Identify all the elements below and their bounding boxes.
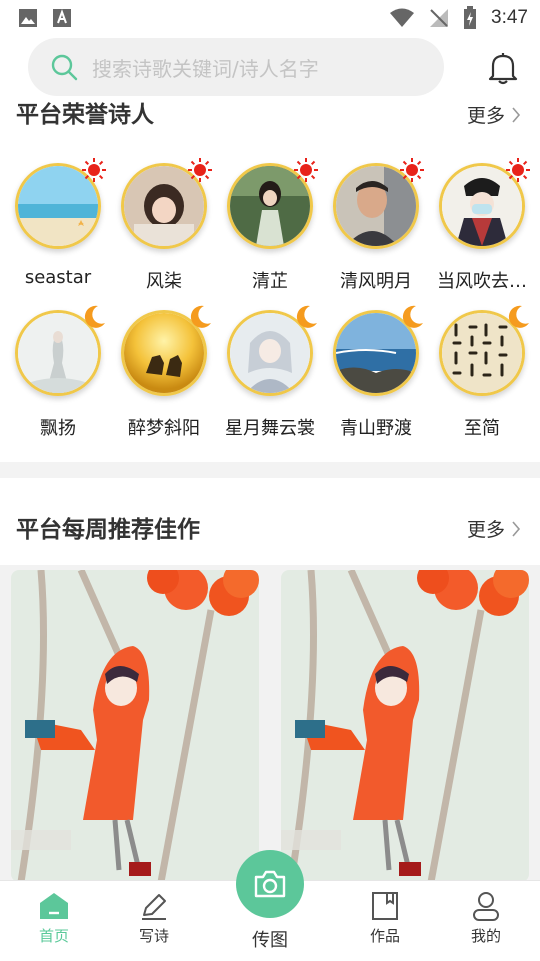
search-icon bbox=[51, 54, 78, 81]
work-card[interactable] bbox=[11, 570, 259, 882]
more-label: 更多 bbox=[467, 105, 506, 127]
more-label: 更多 bbox=[467, 519, 506, 541]
upload-photo-button[interactable] bbox=[236, 850, 304, 918]
tab-mine[interactable]: 我的 bbox=[446, 891, 526, 946]
moon-badge-icon bbox=[296, 305, 317, 328]
sun-badge-icon bbox=[82, 158, 106, 182]
poet-item[interactable]: 至简 bbox=[429, 305, 535, 440]
poet-item[interactable]: 飘扬 bbox=[5, 305, 111, 440]
wifi-icon bbox=[390, 8, 415, 27]
no-signal-icon bbox=[430, 9, 449, 27]
poet-item[interactable]: 醉梦斜阳 bbox=[111, 305, 217, 440]
clock: 3:47 bbox=[491, 7, 528, 28]
poet-item[interactable]: seastar bbox=[5, 158, 111, 288]
tab-works[interactable]: 作品 bbox=[345, 891, 425, 946]
poet-item[interactable]: 清风明月 bbox=[323, 158, 429, 293]
poet-name: 青山野渡 bbox=[340, 418, 412, 439]
sun-badge-icon bbox=[506, 158, 530, 182]
poet-item[interactable]: 清芷 bbox=[217, 158, 323, 293]
poet-item[interactable]: 风柒 bbox=[111, 158, 217, 293]
poet-name: 清芷 bbox=[252, 271, 288, 292]
sun-badge-icon bbox=[188, 158, 212, 182]
work-image bbox=[281, 570, 529, 882]
poet-name: 当风吹去… bbox=[437, 271, 527, 292]
poet-item[interactable]: 当风吹去… bbox=[429, 158, 535, 293]
tab-label: 首页 bbox=[38, 927, 69, 945]
poet-name: 清风明月 bbox=[340, 271, 412, 292]
tab-post-label[interactable]: 传图 bbox=[240, 926, 300, 952]
pencil-icon bbox=[142, 894, 166, 920]
tab-label: 我的 bbox=[470, 927, 501, 945]
poet-name: 风柒 bbox=[146, 271, 182, 292]
text-notification-icon bbox=[53, 9, 71, 27]
home-icon bbox=[40, 893, 68, 919]
gallery-notification-icon bbox=[19, 9, 37, 27]
tab-label: 作品 bbox=[369, 927, 400, 945]
search-bar[interactable]: 搜索诗歌关键词/诗人名字 bbox=[28, 38, 444, 96]
weekly-title: 平台每周推荐佳作 bbox=[16, 517, 200, 543]
poet-name: 星月舞云裳 bbox=[225, 418, 315, 439]
chevron-right-icon bbox=[512, 520, 521, 537]
tab-write[interactable]: 写诗 bbox=[114, 891, 194, 946]
poet-name: 飘扬 bbox=[40, 418, 76, 439]
moon-badge-icon bbox=[402, 305, 423, 328]
moon-badge-icon bbox=[84, 305, 105, 328]
honor-more-link[interactable]: 更多 bbox=[467, 101, 521, 128]
poet-item[interactable]: 青山野渡 bbox=[323, 305, 429, 440]
moon-badge-icon bbox=[508, 305, 529, 328]
sun-badge-icon bbox=[400, 158, 424, 182]
sun-badge-icon bbox=[294, 158, 318, 182]
chevron-right-icon bbox=[512, 106, 521, 123]
weekly-more-link[interactable]: 更多 bbox=[467, 515, 521, 542]
poet-name: 醉梦斜阳 bbox=[128, 418, 200, 439]
honor-poets-title: 平台荣誉诗人 bbox=[16, 102, 154, 128]
work-image bbox=[11, 570, 259, 882]
poet-name: seastar bbox=[24, 267, 92, 288]
section-divider bbox=[0, 462, 540, 478]
poet-item[interactable]: 星月舞云裳 bbox=[217, 305, 323, 440]
work-card[interactable] bbox=[281, 570, 529, 882]
user-icon bbox=[473, 892, 499, 921]
battery-charging-icon bbox=[464, 6, 477, 29]
bell-icon[interactable] bbox=[486, 50, 520, 86]
poet-name: 至简 bbox=[464, 418, 500, 439]
camera-icon bbox=[254, 870, 286, 898]
status-bar: 3:47 bbox=[0, 0, 540, 36]
book-icon bbox=[372, 892, 398, 920]
search-input[interactable]: 搜索诗歌关键词/诗人名字 bbox=[92, 53, 319, 82]
tab-label: 写诗 bbox=[138, 927, 169, 945]
moon-badge-icon bbox=[190, 305, 211, 328]
tab-home[interactable]: 首页 bbox=[14, 891, 94, 946]
